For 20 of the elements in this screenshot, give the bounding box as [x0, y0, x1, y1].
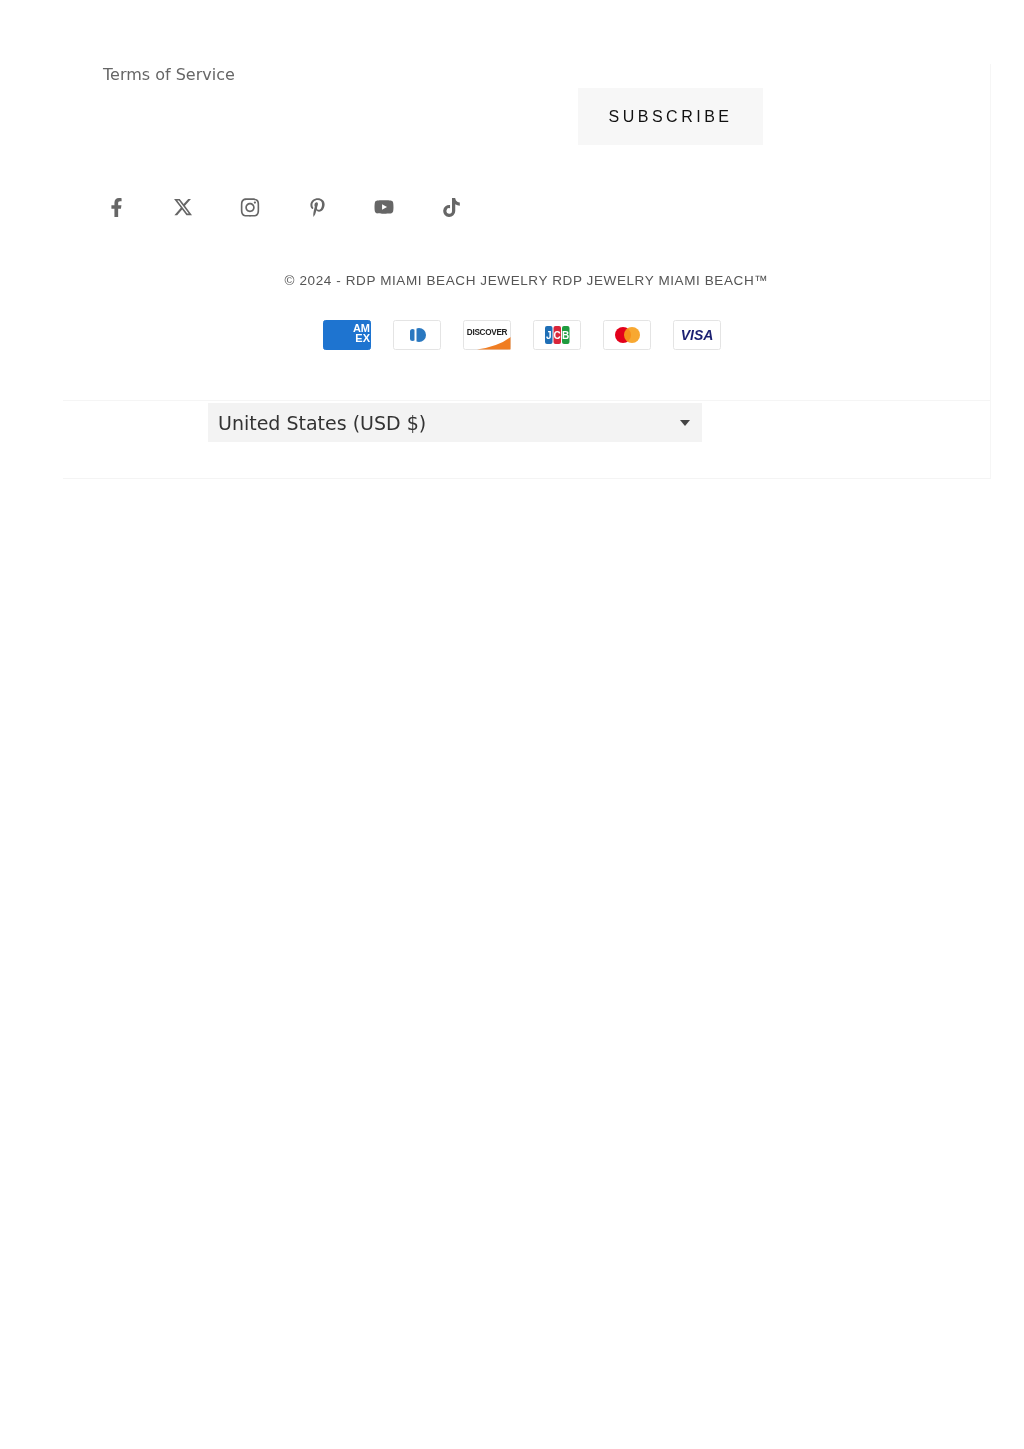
discover-card-icon: DISCOVER	[462, 320, 511, 350]
terms-link[interactable]: Terms of Service	[103, 64, 235, 86]
subscribe-button[interactable]: SUBSCRIBE	[578, 88, 763, 145]
youtube-link[interactable]	[374, 197, 394, 217]
amex-card-icon: AM EX	[322, 320, 371, 350]
x-icon	[173, 197, 193, 217]
pinterest-link[interactable]	[307, 197, 327, 217]
caret-icon	[680, 419, 690, 426]
copyright-text: © 2024 - RDP MIAMI BEACH JEWELRY RDP JEWELRY MIAMI BEACH™	[284, 273, 769, 288]
x-link[interactable]	[173, 197, 193, 217]
tiktok-icon	[441, 197, 461, 217]
currency-select[interactable]: United States (USD $)	[208, 403, 702, 442]
tiktok-link[interactable]	[441, 197, 461, 217]
pinterest-icon	[307, 197, 327, 217]
instagram-link[interactable]	[240, 197, 260, 217]
mastercard-card-icon	[602, 320, 651, 350]
instagram-icon	[240, 196, 260, 218]
diners-card-icon	[392, 320, 441, 350]
jcb-card-icon: JCB	[532, 320, 581, 350]
visa-card-icon: VISA	[672, 320, 721, 350]
